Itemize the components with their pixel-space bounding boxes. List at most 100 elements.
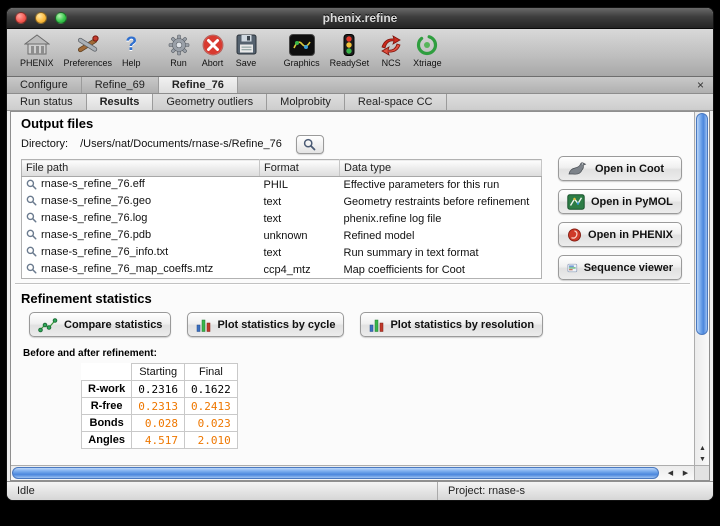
file-data-type: Refined model — [340, 228, 542, 245]
coot-bird-icon — [567, 161, 589, 177]
file-data-type: Effective parameters for this run — [340, 177, 542, 194]
refinement-stats-table: Starting Final R-work 0.2316 0.1622 R-fr… — [81, 363, 238, 449]
tab-refine-69[interactable]: Refine_69 — [82, 77, 159, 93]
vertical-scrollbar-thumb[interactable] — [696, 113, 708, 335]
open-in-phenix-button[interactable]: Open in PHENIX — [558, 222, 682, 247]
plot-statistics-by-cycle-button[interactable]: Plot statistics by cycle — [187, 312, 344, 337]
toolbar-button-label: PHENIX — [20, 58, 54, 68]
directory-label: Directory: — [21, 138, 68, 150]
open-buttons-column: Open in Coot Open in PyMOL Open in PHENI… — [558, 156, 682, 280]
scroll-right-icon[interactable]: ▶ — [678, 466, 693, 481]
open-in-pymol-button[interactable]: Open in PyMOL — [558, 189, 682, 214]
stat-final-value: 0.2413 — [185, 398, 238, 415]
compare-statistics-button[interactable]: Compare statistics — [29, 312, 171, 337]
button-label: Sequence viewer — [584, 262, 673, 274]
tab-run-status[interactable]: Run status — [7, 94, 87, 110]
file-name: rnase-s_refine_76.eff — [41, 178, 145, 190]
tools-icon — [75, 31, 101, 58]
column-header-final: Final — [185, 364, 238, 381]
browse-directory-button[interactable] — [296, 135, 324, 154]
toolbar-button-phenix[interactable]: PHENIX — [15, 31, 59, 68]
tab-results[interactable]: Results — [87, 94, 154, 110]
stats-row-r-free: R-free 0.2313 0.2413 — [82, 398, 238, 415]
file-row[interactable]: rnase-s_refine_76.log text phenix.refine… — [22, 211, 542, 228]
status-text: Idle — [7, 485, 35, 497]
toolbar-button-xtriage[interactable]: Xtriage — [408, 31, 447, 68]
sequence-viewer-button[interactable]: Sequence viewer — [558, 255, 682, 280]
tab-real-space-cc[interactable]: Real-space CC — [345, 94, 447, 110]
statistics-buttons-row: Compare statistics Plot statistics by cy… — [29, 312, 684, 337]
horizontal-scrollbar[interactable]: ◀ ▶ — [11, 465, 694, 480]
stat-final-value: 2.010 — [185, 432, 238, 449]
scatter-plot-icon — [38, 317, 58, 333]
toolbar-button-preferences[interactable]: Preferences — [59, 31, 118, 68]
file-format: unknown — [260, 228, 340, 245]
column-header-format[interactable]: Format — [260, 160, 340, 177]
file-row[interactable]: rnase-s_refine_76.pdb unknown Refined mo… — [22, 228, 542, 245]
results-tab-bar: Run status Results Geometry outliers Mol… — [7, 94, 713, 111]
directory-row: Directory: /Users/nat/Documents/rnase-s/… — [21, 134, 684, 154]
file-row[interactable]: rnase-s_refine_76.geo text Geometry rest… — [22, 194, 542, 211]
horizontal-scrollbar-arrows: ◀ ▶ — [663, 466, 693, 481]
tab-molprobity[interactable]: Molprobity — [267, 94, 345, 110]
toolbar-button-graphics[interactable]: Graphics — [279, 31, 325, 68]
toolbar-button-readyset[interactable]: ReadySet — [325, 31, 375, 68]
open-in-coot-button[interactable]: Open in Coot — [558, 156, 682, 181]
ncs-ribbon-icon — [379, 31, 403, 58]
toolbar-button-abort[interactable]: Abort — [196, 31, 230, 68]
vertical-scrollbar[interactable]: ▲ ▼ — [694, 112, 709, 465]
gear-icon — [167, 31, 191, 58]
refinement-statistics-section: Refinement statistics Compare statistics… — [11, 287, 694, 449]
stats-table-header: Starting Final — [82, 364, 238, 381]
plot-statistics-by-resolution-button[interactable]: Plot statistics by resolution — [360, 312, 543, 337]
magnifier-icon — [26, 195, 37, 206]
output-files-section: Output files Directory: /Users/nat/Docum… — [11, 112, 694, 279]
stat-label: R-work — [82, 381, 132, 398]
tab-configure[interactable]: Configure — [7, 77, 82, 93]
file-row[interactable]: rnase-s_refine_76_info.txt text Run summ… — [22, 245, 542, 262]
magnifier-icon — [26, 246, 37, 257]
button-label: Open in PHENIX — [588, 229, 673, 241]
project-label: Project: rnase-s — [437, 482, 525, 500]
tab-refine-76[interactable]: Refine_76 — [159, 77, 238, 93]
file-name: rnase-s_refine_76_map_coeffs.mtz — [41, 263, 213, 275]
column-header-file-path[interactable]: File path — [22, 160, 260, 177]
file-name: rnase-s_refine_76.geo — [41, 195, 151, 207]
refinement-statistics-heading: Refinement statistics — [21, 291, 684, 306]
column-header-data-type[interactable]: Data type — [340, 160, 542, 177]
horizontal-scrollbar-thumb[interactable] — [12, 467, 659, 479]
file-name: rnase-s_refine_76_info.txt — [41, 246, 168, 258]
toolbar-button-save[interactable]: Save — [230, 31, 263, 68]
scroll-down-icon[interactable]: ▼ — [695, 454, 710, 465]
toolbar-button-run[interactable]: Run — [162, 31, 196, 68]
file-format: text — [260, 211, 340, 228]
close-window-button[interactable] — [15, 12, 27, 24]
stat-final-value: 0.023 — [185, 415, 238, 432]
stats-row-bonds: Bonds 0.028 0.023 — [82, 415, 238, 432]
toolbar-button-label: Abort — [202, 58, 224, 68]
toolbar: PHENIX Preferences ? Help Run Abort — [7, 29, 713, 77]
stat-starting-value: 0.028 — [132, 415, 185, 432]
output-files-table[interactable]: File path Format Data type rnase-s_refin… — [21, 159, 542, 279]
zoom-window-button[interactable] — [55, 12, 67, 24]
minimize-window-button[interactable] — [35, 12, 47, 24]
magnifier-icon — [26, 229, 37, 240]
stats-row-r-work: R-work 0.2316 0.1622 — [82, 381, 238, 398]
button-label: Plot statistics by cycle — [217, 319, 335, 331]
tab-geometry-outliers[interactable]: Geometry outliers — [153, 94, 267, 110]
close-tab-icon[interactable]: × — [688, 77, 713, 93]
stat-label: R-free — [82, 398, 132, 415]
file-data-type: Map coefficients for Coot — [340, 262, 542, 279]
file-data-type: Run summary in text format — [340, 245, 542, 262]
magnifier-icon — [303, 138, 316, 151]
file-format: text — [260, 194, 340, 211]
scroll-up-icon[interactable]: ▲ — [695, 443, 710, 454]
toolbar-button-label: ReadySet — [330, 58, 370, 68]
file-row[interactable]: rnase-s_refine_76_map_coeffs.mtz ccp4_mt… — [22, 262, 542, 279]
toolbar-button-ncs[interactable]: NCS — [374, 31, 408, 68]
results-panel: Output files Directory: /Users/nat/Docum… — [10, 111, 710, 481]
file-row[interactable]: rnase-s_refine_76.eff PHIL Effective par… — [22, 177, 542, 194]
toolbar-button-help[interactable]: ? Help — [117, 31, 146, 68]
scroll-left-icon[interactable]: ◀ — [663, 466, 678, 481]
magnifier-icon — [26, 212, 37, 223]
